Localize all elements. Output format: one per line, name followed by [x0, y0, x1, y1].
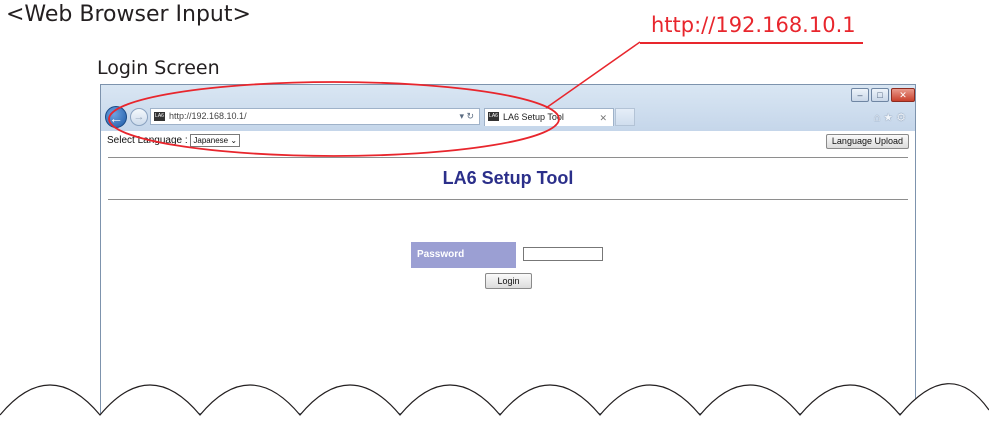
language-select[interactable]: Japanese ⌄	[190, 134, 241, 147]
home-icon[interactable]: ⌂	[874, 112, 884, 124]
page-title: LA6 Setup Tool	[442, 168, 574, 188]
close-icon[interactable]: ✕	[891, 88, 915, 102]
address-url: http://192.168.10.1/	[169, 111, 247, 121]
tab-close-icon[interactable]: ✕	[599, 110, 607, 126]
language-upload-button[interactable]: Language Upload	[825, 134, 909, 149]
back-icon[interactable]: ←	[105, 106, 127, 128]
refresh-icon[interactable]: ▾ ↻	[459, 109, 474, 124]
password-label: Password	[411, 242, 516, 268]
login-button[interactable]: Login	[485, 273, 532, 289]
tab-favicon-icon: LA6	[488, 112, 499, 121]
chevron-down-icon: ⌄	[230, 136, 238, 145]
callout-underline	[640, 42, 863, 44]
tab-title: LA6 Setup Tool	[503, 112, 564, 122]
new-tab-button[interactable]	[615, 108, 635, 126]
language-row: Select Language : Japanese ⌄	[107, 134, 241, 147]
divider	[108, 199, 908, 200]
maximize-icon[interactable]: □	[871, 88, 889, 102]
language-value: Japanese	[193, 136, 229, 145]
minimize-icon[interactable]: –	[851, 88, 869, 102]
browser-window: – □ ✕ ← → LA6 http://192.168.10.1/ ▾ ↻ L…	[100, 84, 916, 414]
divider	[108, 157, 908, 158]
settings-gear-icon[interactable]: ⚙	[896, 112, 909, 124]
toolbar-icons: ⌂★⚙	[874, 111, 909, 124]
forward-icon[interactable]: →	[130, 108, 148, 126]
favorites-star-icon[interactable]: ★	[883, 112, 896, 124]
browser-chrome: – □ ✕ ← → LA6 http://192.168.10.1/ ▾ ↻ L…	[101, 85, 915, 131]
url-callout: http://192.168.10.1	[651, 13, 856, 37]
page-content: Select Language : Japanese ⌄ Language Up…	[101, 131, 915, 413]
password-field[interactable]	[523, 247, 603, 261]
screen-label: Login Screen	[97, 57, 220, 79]
address-bar[interactable]: LA6 http://192.168.10.1/ ▾ ↻	[150, 108, 480, 125]
tab-la6-setup-tool[interactable]: LA6 LA6 Setup Tool ✕	[484, 108, 614, 126]
select-language-label: Select Language :	[107, 135, 191, 147]
favicon-icon: LA6	[154, 112, 165, 121]
section-heading: <Web Browser Input>	[6, 2, 251, 27]
